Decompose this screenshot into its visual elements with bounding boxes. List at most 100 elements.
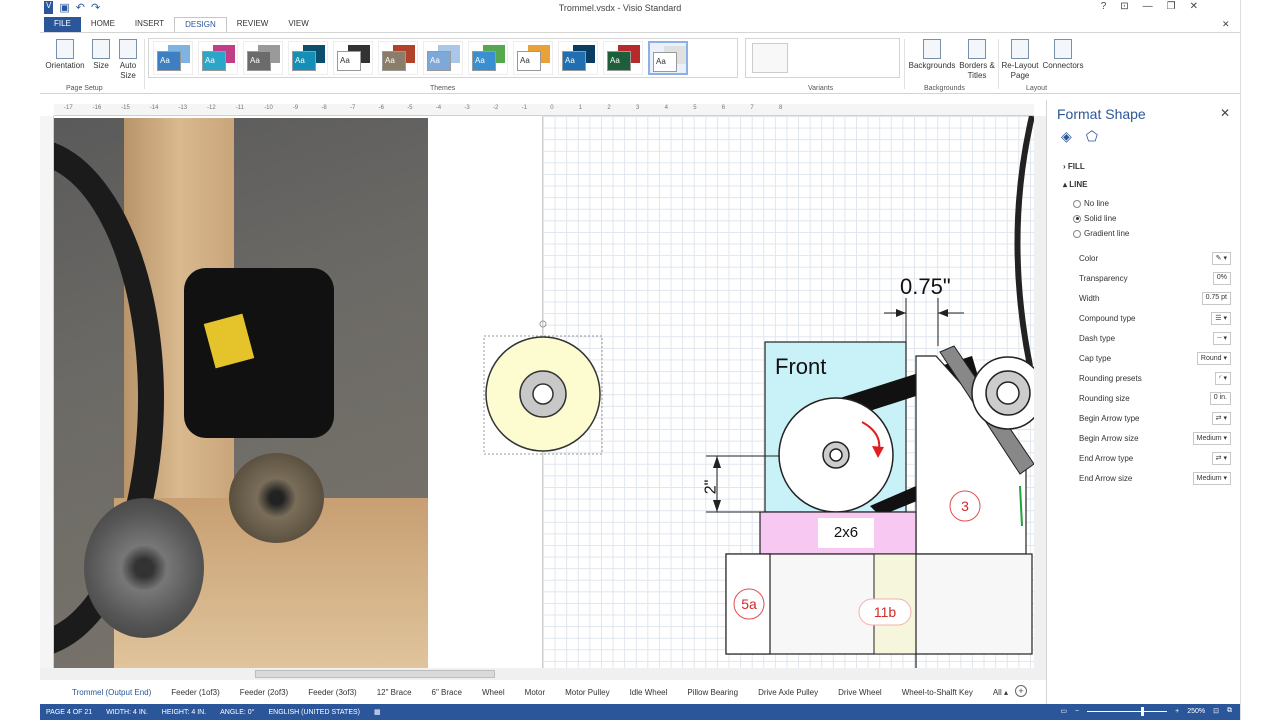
switch-windows-icon[interactable]: ⧉ xyxy=(1227,707,1232,715)
property-control[interactable]: ┈ ▾ xyxy=(1213,332,1231,345)
horizontal-scrollbar[interactable] xyxy=(40,668,1046,680)
tab-view[interactable]: VIEW xyxy=(278,17,318,33)
drawing-canvas[interactable]: 0.75" 2" Front 2x6 3 5a 11b xyxy=(54,116,1034,668)
theme-swatch-text: Aa xyxy=(653,52,677,72)
property-row: Color ✎ ▾ xyxy=(1079,252,1231,268)
size-icon xyxy=(92,39,110,59)
minimize-icon[interactable]: — xyxy=(1143,1,1153,12)
page-tab[interactable]: Trommel (Output End) xyxy=(40,688,161,697)
zoom-slider-thumb[interactable] xyxy=(1141,706,1145,716)
property-label: Begin Arrow size xyxy=(1079,434,1139,443)
borders-titles-button[interactable]: Borders & Titles xyxy=(958,39,996,81)
backgrounds-button[interactable]: Backgrounds xyxy=(908,39,956,71)
fit-page-icon[interactable]: ▭ xyxy=(1060,707,1067,715)
property-control[interactable]: ⇄ ▾ xyxy=(1211,412,1231,425)
theme-swatch[interactable]: Aa xyxy=(288,41,328,75)
property-control[interactable]: 0.75 pt xyxy=(1201,292,1231,305)
property-control[interactable]: 0% xyxy=(1212,272,1231,285)
page-tab[interactable]: Feeder (1of3) xyxy=(161,688,229,697)
tab-design[interactable]: DESIGN xyxy=(174,17,227,33)
connectors-button[interactable]: Connectors xyxy=(1042,39,1084,71)
tab-insert[interactable]: INSERT xyxy=(125,17,174,33)
orientation-button[interactable]: Orientation xyxy=(44,39,86,71)
property-control[interactable]: ◜ ▾ xyxy=(1214,372,1231,385)
page-tab[interactable]: Motor xyxy=(515,688,555,697)
property-row: Transparency 0% xyxy=(1079,272,1231,288)
page-tab[interactable]: 12" Brace xyxy=(367,688,422,697)
zoom-out-icon[interactable]: − xyxy=(1075,708,1079,715)
page-tab[interactable]: 6" Brace xyxy=(422,688,472,697)
selected-pulley-shape[interactable] xyxy=(483,320,603,455)
theme-swatch[interactable]: Aa xyxy=(243,41,283,75)
property-row: Begin Arrow type ⇄ ▾ xyxy=(1079,412,1231,428)
close-icon[interactable]: ✕ xyxy=(1190,1,1198,12)
property-row: End Arrow type ⇄ ▾ xyxy=(1079,452,1231,468)
tab-file[interactable]: FILE xyxy=(44,17,81,33)
tab-review[interactable]: REVIEW xyxy=(227,17,279,33)
property-control[interactable]: Round ▾ xyxy=(1196,352,1231,365)
fit-window-icon[interactable]: ⊡ xyxy=(1213,707,1219,715)
tab-home[interactable]: HOME xyxy=(81,17,125,33)
fill-line-icon[interactable]: ◈ xyxy=(1061,128,1072,145)
pane-close-icon[interactable]: ✕ xyxy=(1220,106,1230,120)
theme-swatch[interactable]: Aa xyxy=(333,41,373,75)
ruler-tick-label: -17 xyxy=(64,105,73,111)
status-language[interactable]: ENGLISH (UNITED STATES) xyxy=(268,709,360,716)
add-page-icon[interactable]: + xyxy=(1015,685,1027,697)
property-control[interactable]: 0 in. xyxy=(1209,392,1231,405)
theme-swatch[interactable]: Aa xyxy=(603,41,643,75)
theme-swatch[interactable]: Aa xyxy=(558,41,598,75)
page-tab[interactable]: Feeder (3of3) xyxy=(298,688,366,697)
width-dimension xyxy=(884,298,964,346)
page-tab[interactable]: Idle Wheel xyxy=(620,688,678,697)
page-tab[interactable]: Wheel xyxy=(472,688,515,697)
property-control[interactable]: Medium ▾ xyxy=(1192,432,1231,445)
auto-size-button[interactable]: Auto Size xyxy=(116,39,140,81)
status-angle: ANGLE: 0° xyxy=(220,708,255,716)
theme-swatch[interactable]: Aa xyxy=(648,41,688,75)
page-tab[interactable]: Drive Axle Pulley xyxy=(748,688,828,697)
theme-swatch[interactable]: Aa xyxy=(513,41,553,75)
property-control[interactable]: ⇄ ▾ xyxy=(1211,452,1231,465)
horizontal-scroll-thumb[interactable] xyxy=(255,670,495,678)
status-page[interactable]: PAGE 4 OF 21 xyxy=(46,709,92,716)
theme-swatch[interactable]: Aa xyxy=(423,41,463,75)
ribbon-display-icon[interactable]: ⊡ xyxy=(1120,1,1128,12)
theme-swatch[interactable]: Aa xyxy=(378,41,418,75)
theme-swatch[interactable]: Aa xyxy=(198,41,238,75)
zoom-in-icon[interactable]: + xyxy=(1175,708,1179,715)
page-tab[interactable]: Feeder (2of3) xyxy=(230,688,298,697)
property-control[interactable]: Medium ▾ xyxy=(1192,472,1231,485)
line-section-header[interactable]: ▴ LINE xyxy=(1063,180,1087,189)
page-tab[interactable]: Pillow Bearing xyxy=(677,688,748,697)
vertical-ruler xyxy=(40,116,54,668)
zoom-level[interactable]: 250% xyxy=(1187,708,1205,715)
height-dimension-label: 2" xyxy=(702,479,720,495)
page-tab[interactable]: Wheel-to-Shalft Key xyxy=(892,688,983,697)
help-icon[interactable]: ? xyxy=(1101,1,1107,12)
relayout-page-button[interactable]: Re-Layout Page xyxy=(1000,39,1040,81)
theme-swatch[interactable]: Aa xyxy=(468,41,508,75)
vertical-scrollbar[interactable] xyxy=(1034,116,1046,668)
property-control[interactable]: ✎ ▾ xyxy=(1211,252,1231,265)
theme-swatch[interactable]: Aa xyxy=(153,41,193,75)
fill-section-header[interactable]: › FILL xyxy=(1063,162,1085,171)
restore-icon[interactable]: ❐ xyxy=(1167,1,1176,12)
page-setup-group-label: Page Setup xyxy=(66,85,103,92)
property-control[interactable]: ☰ ▾ xyxy=(1211,312,1231,325)
page-tab[interactable]: Motor Pulley xyxy=(555,688,619,697)
radio-solid-line[interactable]: Solid line xyxy=(1073,214,1116,223)
close-document-icon[interactable]: ✕ xyxy=(1222,19,1230,30)
variant-swatch[interactable] xyxy=(752,43,788,73)
size-button[interactable]: Size xyxy=(90,39,112,71)
macro-icon[interactable]: ▦ xyxy=(374,708,381,716)
radio-no-line[interactable]: No line xyxy=(1073,199,1109,208)
motor-pulley-bore xyxy=(829,448,843,462)
page-tab[interactable]: All ▴ xyxy=(983,688,1018,697)
property-row: Rounding presets ◜ ▾ xyxy=(1079,372,1231,388)
effects-icon[interactable]: ⬠ xyxy=(1086,128,1098,145)
zoom-slider[interactable] xyxy=(1087,706,1168,716)
page-tab[interactable]: Drive Wheel xyxy=(828,688,892,697)
radio-gradient-line[interactable]: Gradient line xyxy=(1073,229,1129,238)
ruler-tick-label: -11 xyxy=(235,105,244,111)
